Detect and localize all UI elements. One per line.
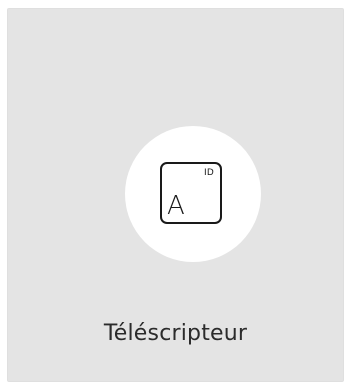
icon-letter: A [167, 191, 185, 221]
icon-id-text: ID [204, 168, 214, 178]
ticker-id-icon: ID A [160, 162, 222, 224]
teleprompter-tile[interactable]: ID A Téléscripteur [7, 8, 344, 382]
tile-label: Téléscripteur [103, 321, 248, 346]
